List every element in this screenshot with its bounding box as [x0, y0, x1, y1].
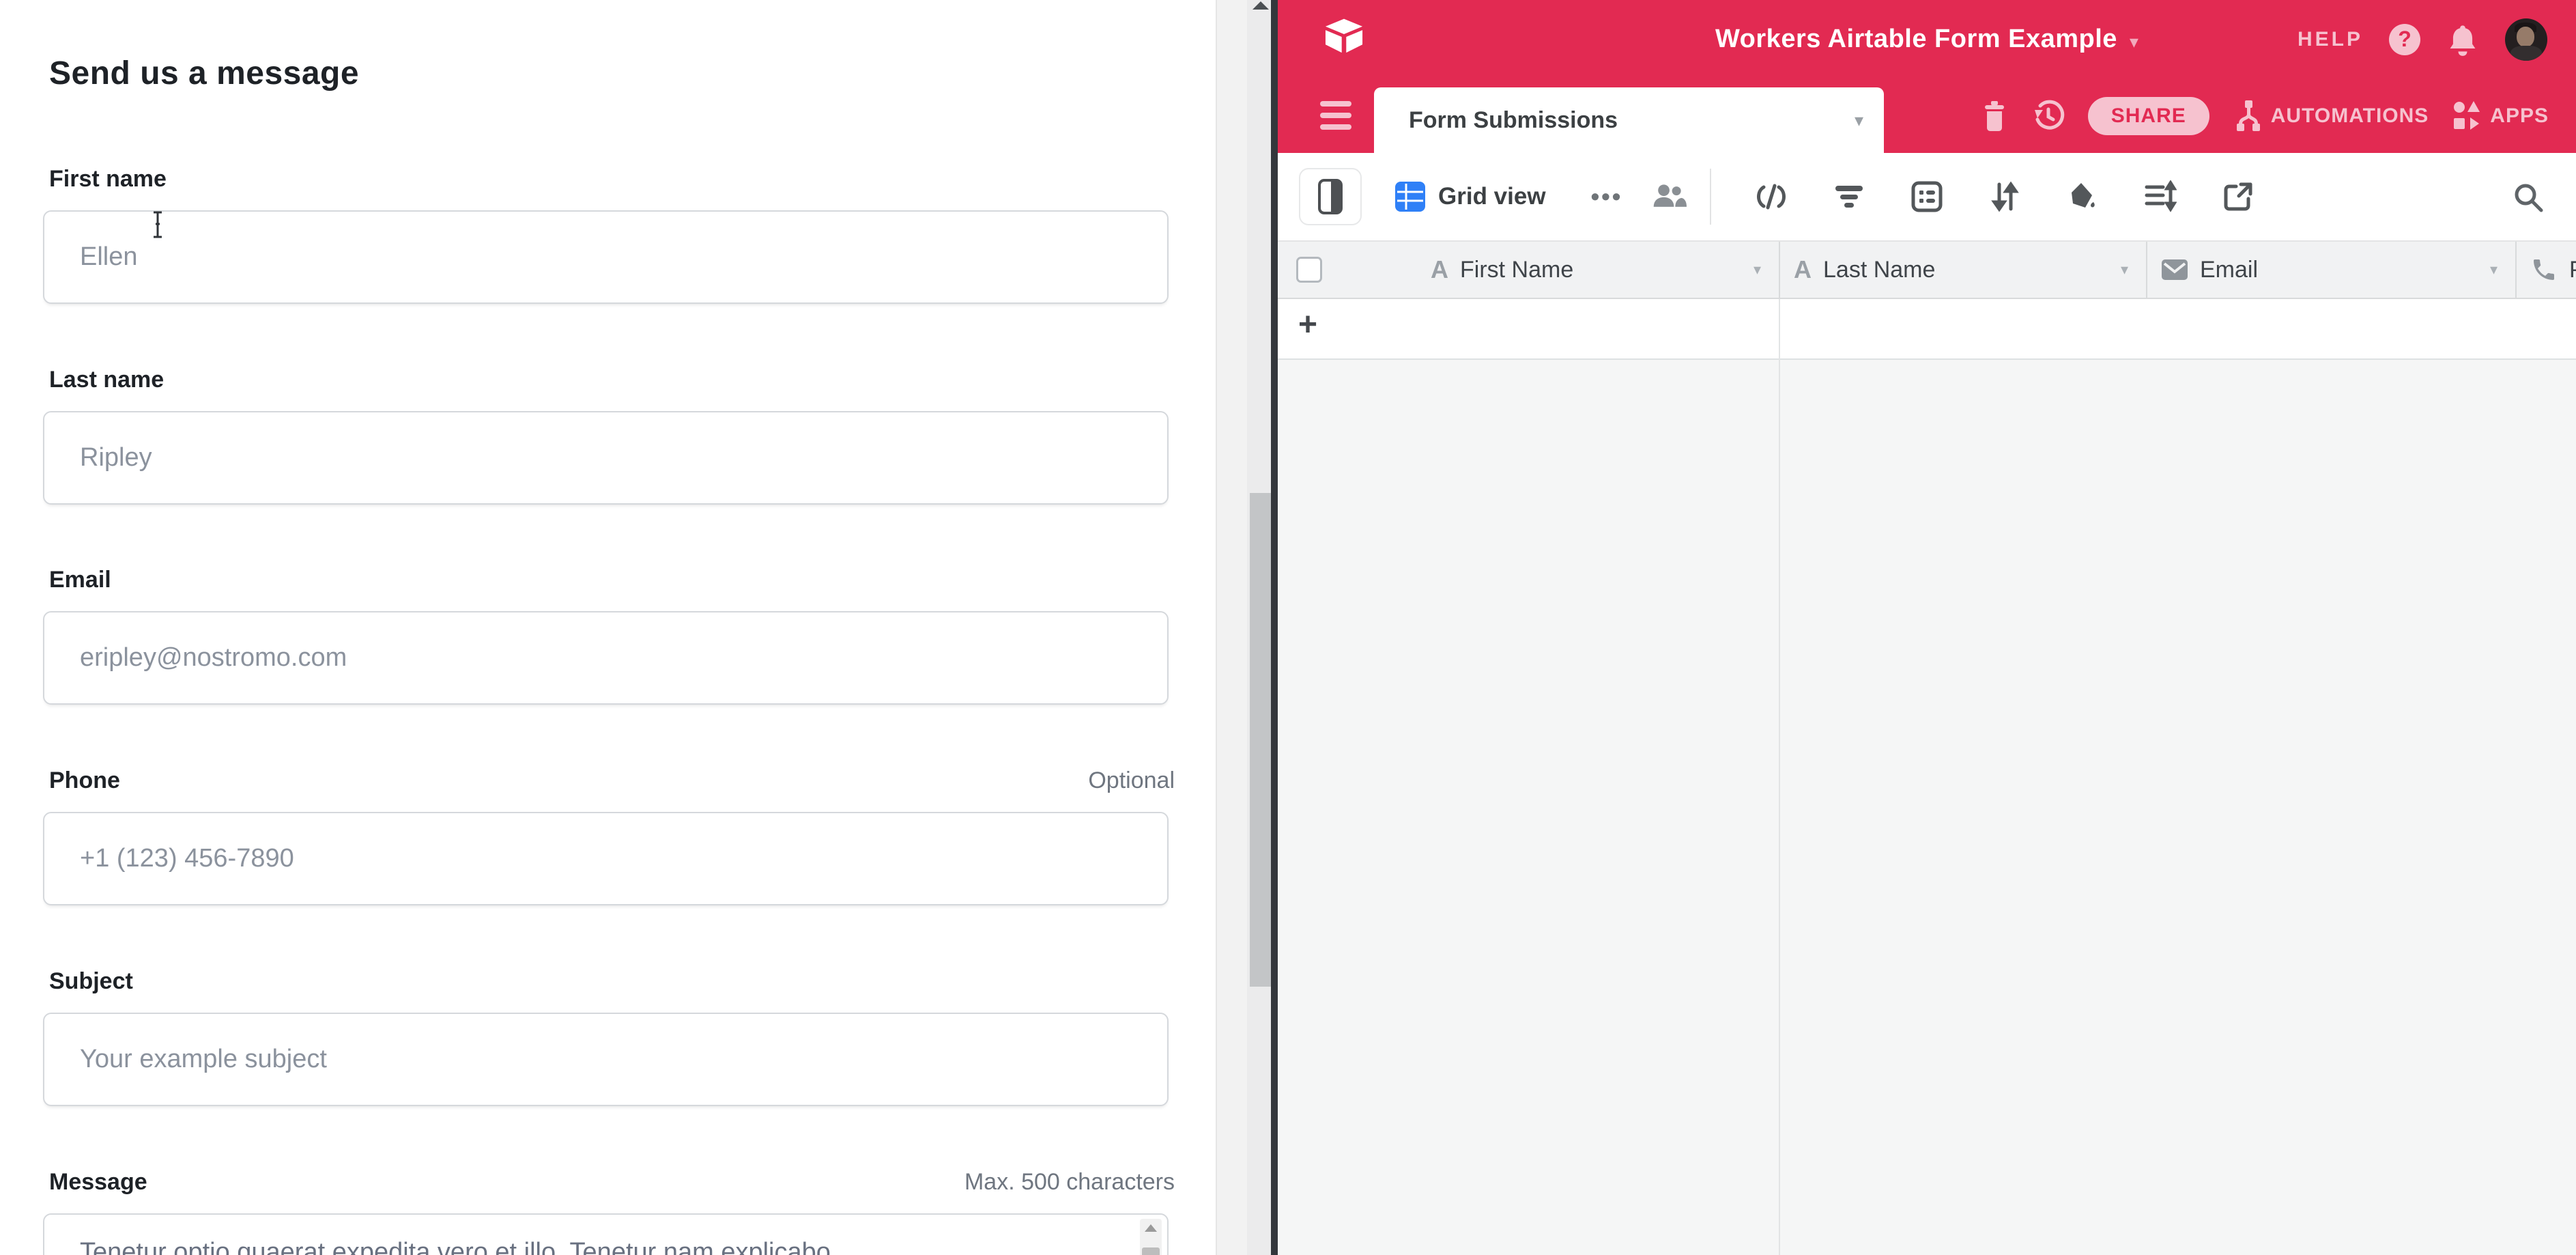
apps-icon — [2452, 100, 2483, 132]
trash-icon[interactable] — [1980, 99, 2009, 133]
ibeam-cursor-icon — [149, 210, 167, 239]
help-question-icon[interactable]: ? — [2389, 24, 2420, 55]
email-label: Email — [49, 567, 111, 593]
phone-label: Phone — [49, 767, 120, 794]
airtable-window: Workers Airtable Form Example ▾ HELP ? — [1278, 0, 2576, 1255]
airtable-topbar: Workers Airtable Form Example ▾ HELP ? — [1278, 0, 2576, 79]
airtable-tabbar: Form Submissions ▾ — [1278, 79, 2576, 153]
window-divider — [1271, 0, 1278, 1255]
phone-input[interactable] — [43, 812, 1169, 905]
view-sidebar-toggle-button[interactable] — [1299, 168, 1362, 225]
first-name-label: First name — [49, 166, 167, 193]
message-scrollbar-thumb[interactable] — [1142, 1247, 1160, 1255]
automations-button[interactable]: AUTOMATIONS — [2233, 99, 2429, 133]
table-tab-caret-icon: ▾ — [1855, 110, 1863, 131]
history-icon[interactable] — [2032, 99, 2065, 133]
add-record-plus-icon: + — [1298, 306, 1317, 343]
message-maxlength-note: Max. 500 characters — [964, 1169, 1175, 1196]
automations-label: AUTOMATIONS — [2271, 104, 2429, 128]
sort-icon[interactable] — [1987, 179, 2022, 214]
group-icon[interactable] — [1909, 179, 1945, 214]
view-name-button[interactable]: Grid view — [1438, 183, 1546, 210]
field-message: Message Max. 500 characters Tenetur opti… — [43, 1169, 1169, 1255]
column-menu-caret-icon: ▾ — [2121, 261, 2128, 279]
base-title: Workers Airtable Form Example — [1715, 25, 2117, 54]
apps-button[interactable]: APPS — [2452, 100, 2549, 132]
row-height-icon[interactable] — [2143, 179, 2178, 214]
subject-input[interactable] — [43, 1013, 1169, 1106]
phone-field-icon — [2530, 256, 2558, 283]
form-heading: Send us a message — [49, 55, 359, 92]
column-header-phone[interactable]: P — [2515, 242, 2576, 298]
table-tab-label: Form Submissions — [1409, 107, 1855, 134]
field-first-name: First name — [43, 166, 1169, 304]
primary-column-divider — [1779, 299, 1780, 1255]
notifications-bell-icon[interactable] — [2446, 22, 2479, 57]
first-name-input[interactable] — [43, 210, 1169, 304]
field-phone: Phone Optional — [43, 767, 1169, 905]
grid-header-row: A First Name ▾ A Last Name ▾ Email ▾ — [1278, 242, 2576, 299]
automations-icon — [2233, 99, 2264, 133]
single-line-text-field-icon: A — [1431, 255, 1448, 284]
column-header-email[interactable]: Email ▾ — [2146, 242, 2515, 298]
share-button[interactable]: SHARE — [2088, 97, 2209, 135]
message-scrollbar[interactable] — [1140, 1219, 1162, 1255]
message-scrollbar-up-arrow-icon[interactable] — [1145, 1224, 1157, 1232]
sidebar-toggle-icon — [1318, 179, 1343, 214]
last-name-input[interactable] — [43, 411, 1169, 505]
email-field-icon — [2161, 259, 2188, 281]
hide-fields-icon[interactable] — [1754, 179, 1789, 214]
add-record-row[interactable]: + — [1278, 299, 2576, 360]
field-subject: Subject — [43, 968, 1169, 1106]
single-line-text-field-icon: A — [1794, 255, 1812, 284]
help-button[interactable]: HELP — [2298, 28, 2363, 51]
scrollbar-thumb[interactable] — [1250, 493, 1271, 987]
collaborators-icon[interactable] — [1651, 179, 1687, 214]
apps-label: APPS — [2490, 104, 2549, 128]
message-label: Message — [49, 1169, 147, 1196]
base-title-caret-icon: ▾ — [2130, 26, 2138, 53]
phone-optional-note: Optional — [1088, 767, 1175, 794]
grid-view-icon[interactable] — [1394, 181, 1426, 212]
user-avatar[interactable] — [2505, 18, 2547, 61]
row-select-gutter — [1278, 242, 1417, 298]
email-input[interactable] — [43, 611, 1169, 705]
tab-form-submissions[interactable]: Form Submissions ▾ — [1374, 87, 1884, 153]
column-header-first-name[interactable]: A First Name ▾ — [1417, 242, 1779, 298]
contact-form-window: Send us a message First name Last name E… — [0, 0, 1216, 1255]
scrollbar-up-arrow-icon[interactable] — [1253, 1, 1269, 10]
search-icon[interactable] — [2510, 180, 2546, 215]
view-toolbar: Grid view ••• — [1278, 153, 2576, 242]
field-last-name: Last name — [43, 367, 1169, 505]
column-menu-caret-icon: ▾ — [1754, 261, 1761, 279]
message-textarea[interactable]: Tenetur optio quaerat expedita vero et i… — [43, 1213, 1169, 1255]
table-list-menu-icon[interactable] — [1320, 101, 1351, 130]
column-header-last-name[interactable]: A Last Name ▾ — [1779, 242, 2146, 298]
subject-label: Subject — [49, 968, 133, 995]
column-menu-caret-icon: ▾ — [2490, 261, 2498, 279]
last-name-label: Last name — [49, 367, 164, 393]
select-all-checkbox[interactable] — [1296, 257, 1322, 283]
filter-icon[interactable] — [1831, 179, 1867, 214]
form-window-scrollbar[interactable] — [1216, 0, 1271, 1255]
share-view-icon[interactable] — [2220, 179, 2256, 214]
color-icon[interactable] — [2065, 179, 2100, 214]
toolbar-divider — [1710, 169, 1711, 225]
field-email: Email — [43, 567, 1169, 705]
view-options-button[interactable]: ••• — [1591, 182, 1623, 211]
